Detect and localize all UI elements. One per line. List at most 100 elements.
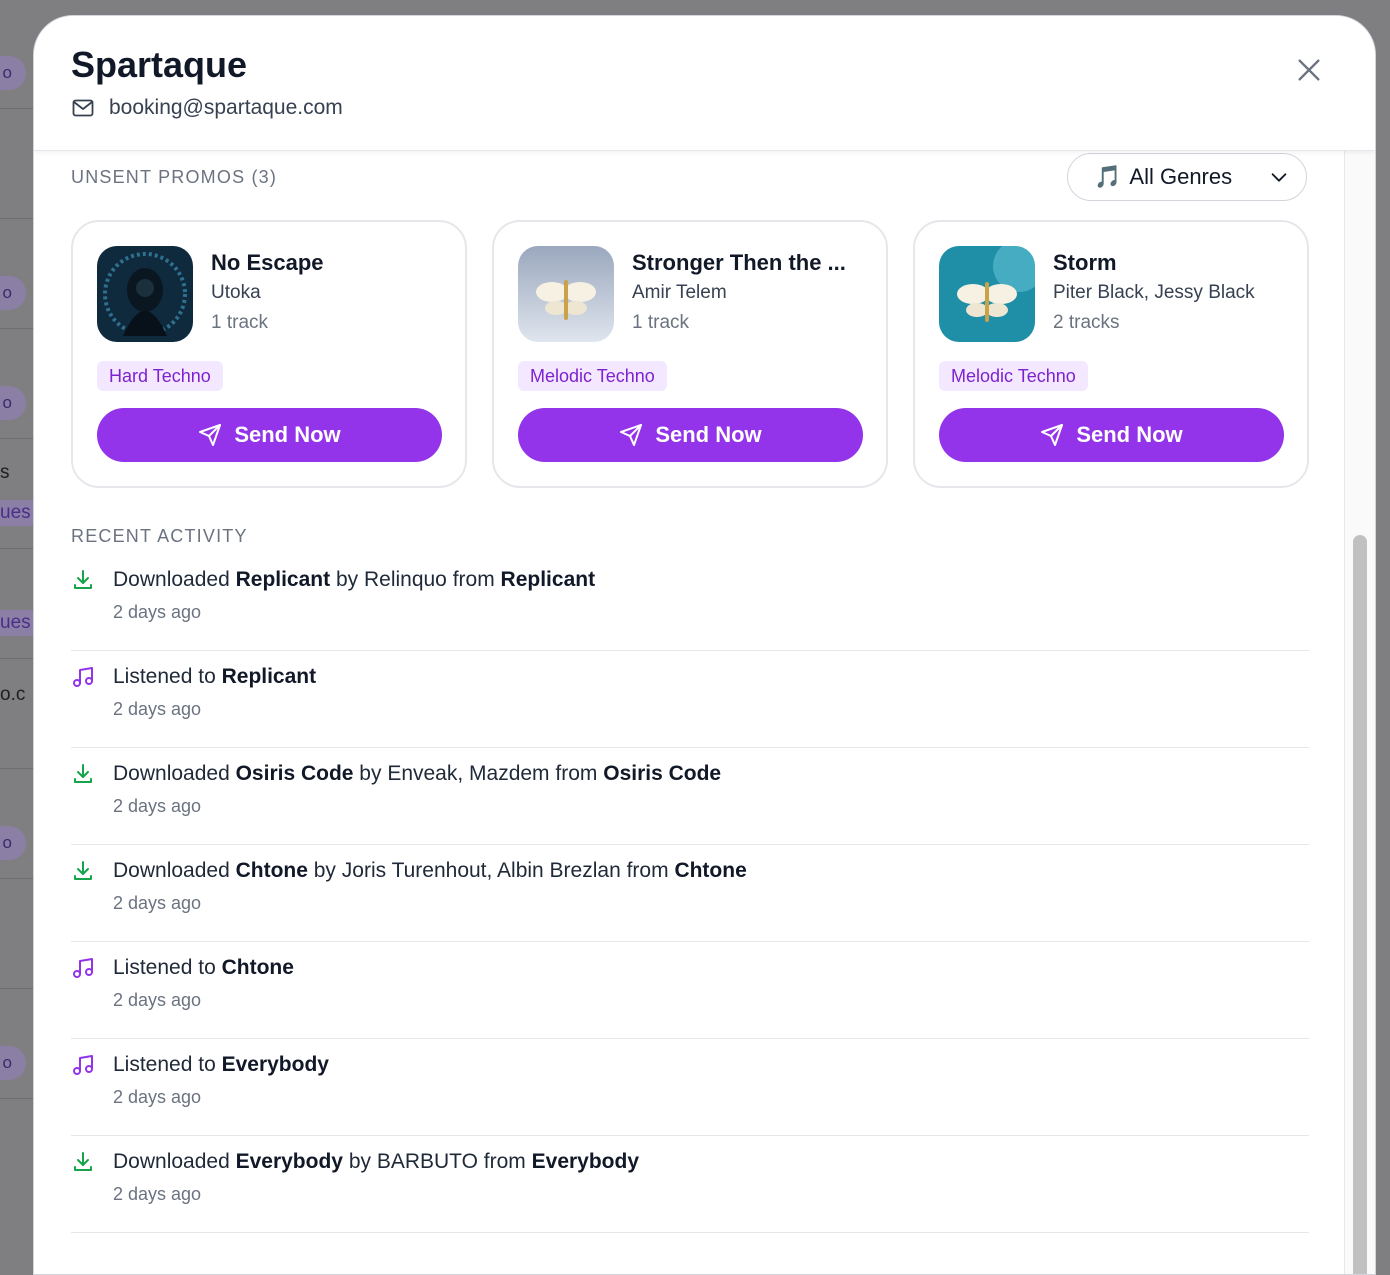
send-now-label: Send Now bbox=[655, 422, 762, 447]
send-icon bbox=[620, 424, 643, 446]
promo-track-count: 1 track bbox=[211, 312, 269, 333]
activity-time: 2 days ago bbox=[113, 893, 202, 913]
activity-item: Listened to Everybody 2 days ago bbox=[71, 1039, 1309, 1136]
activity-track[interactable]: Everybody bbox=[236, 1150, 343, 1173]
chevron-down-icon bbox=[1271, 173, 1287, 182]
genre-tag: Melodic Techno bbox=[939, 361, 1088, 391]
bg-divider bbox=[0, 768, 34, 769]
bg-divider bbox=[0, 1098, 34, 1099]
bg-badge: o bbox=[0, 826, 26, 860]
scrollbar-thumb[interactable] bbox=[1353, 535, 1367, 1274]
cover-art bbox=[97, 246, 193, 342]
cover-art bbox=[518, 246, 614, 342]
promo-cards: No Escape Utoka 1 track Hard Techno Send… bbox=[71, 220, 1309, 488]
activity-item: Downloaded Osiris Code by Enveak, Mazdem… bbox=[71, 748, 1309, 845]
activity-text: Listened to Replicant bbox=[113, 665, 317, 688]
music-note-icon bbox=[73, 958, 93, 978]
activity-time: 2 days ago bbox=[113, 990, 202, 1010]
promo-card: No Escape Utoka 1 track Hard Techno Send… bbox=[71, 220, 467, 488]
promo-track-count: 1 track bbox=[632, 312, 690, 333]
activity-time: 2 days ago bbox=[113, 699, 202, 719]
bg-text: s bbox=[0, 462, 10, 483]
promo-title: Stronger Then the ... bbox=[632, 250, 846, 275]
promo-artist: Utoka bbox=[211, 282, 261, 303]
promo-card: Storm Piter Black, Jessy Black 2 tracks … bbox=[913, 220, 1309, 488]
activity-text: Downloaded Chtone by Joris Turenhout, Al… bbox=[113, 859, 747, 882]
music-note-icon bbox=[73, 1055, 93, 1075]
bg-divider bbox=[0, 328, 34, 329]
send-now-button[interactable]: Send Now bbox=[97, 408, 442, 462]
promo-artist: Amir Telem bbox=[632, 282, 727, 303]
download-icon bbox=[74, 570, 92, 589]
activity-item: Downloaded Everybody by BARBUTO from Eve… bbox=[71, 1136, 1309, 1233]
bg-badge: o bbox=[0, 386, 26, 420]
activity-track[interactable]: Replicant bbox=[236, 568, 331, 591]
music-note-icon: 🎵 bbox=[1094, 164, 1122, 189]
activity-time: 2 days ago bbox=[113, 1087, 202, 1107]
activity-text: Downloaded Replicant by Relinquo from Re… bbox=[113, 568, 596, 591]
send-now-label: Send Now bbox=[234, 422, 341, 447]
activity-item: Downloaded Chtone by Joris Turenhout, Al… bbox=[71, 845, 1309, 942]
send-icon bbox=[199, 424, 222, 446]
activity-release[interactable]: Replicant bbox=[501, 568, 596, 591]
promo-title: Storm bbox=[1053, 250, 1117, 275]
bg-divider bbox=[0, 988, 34, 989]
activity-time: 2 days ago bbox=[113, 602, 202, 622]
activity-text: Downloaded Osiris Code by Enveak, Mazdem… bbox=[113, 762, 722, 785]
mail-icon bbox=[72, 99, 94, 117]
send-now-label: Send Now bbox=[1076, 422, 1183, 447]
activity-item: Downloaded Replicant by Relinquo from Re… bbox=[71, 554, 1309, 651]
activity-release[interactable]: Chtone bbox=[674, 859, 746, 882]
activity-track[interactable]: Chtone bbox=[222, 956, 294, 979]
bg-badge: o bbox=[0, 1046, 26, 1080]
contact-name: Spartaque bbox=[71, 44, 248, 85]
scrollbar-track[interactable] bbox=[1344, 150, 1375, 1274]
activity-track[interactable]: Osiris Code bbox=[236, 762, 354, 785]
recent-activity-label: RECENT ACTIVITY bbox=[71, 526, 248, 546]
modal-header: Spartaque booking@spartaque.com bbox=[34, 16, 1375, 151]
bg-text: ues bbox=[0, 500, 35, 526]
activity-release[interactable]: Everybody bbox=[532, 1150, 639, 1173]
unsent-promos-label: UNSENT PROMOS (3) bbox=[71, 167, 278, 187]
email-row: booking@spartaque.com bbox=[71, 96, 343, 120]
close-icon[interactable] bbox=[1293, 54, 1325, 86]
activity-item: Listened to Chtone 2 days ago bbox=[71, 942, 1309, 1039]
download-icon bbox=[74, 764, 92, 783]
activity-text: Listened to Chtone bbox=[113, 956, 294, 979]
bg-divider bbox=[0, 548, 34, 549]
activity-track[interactable]: Chtone bbox=[236, 859, 308, 882]
promo-artist: Piter Black, Jessy Black bbox=[1053, 282, 1255, 303]
cover-art bbox=[939, 246, 1035, 342]
music-note-icon bbox=[73, 667, 93, 687]
activity-time: 2 days ago bbox=[113, 1184, 202, 1204]
activity-list: Downloaded Replicant by Relinquo from Re… bbox=[71, 554, 1309, 1233]
bg-divider bbox=[0, 108, 34, 109]
bg-divider bbox=[0, 878, 34, 879]
send-icon bbox=[1041, 424, 1064, 446]
contact-modal: Spartaque booking@spartaque.com UNSENT P… bbox=[33, 15, 1376, 1275]
activity-track[interactable]: Everybody bbox=[222, 1053, 329, 1076]
download-icon bbox=[74, 1152, 92, 1171]
bg-text: ues bbox=[0, 610, 35, 636]
genre-tag: Hard Techno bbox=[97, 361, 223, 391]
activity-track[interactable]: Replicant bbox=[222, 665, 317, 688]
bg-badge: o bbox=[0, 56, 26, 90]
activity-text: Downloaded Everybody by BARBUTO from Eve… bbox=[113, 1150, 640, 1173]
activity-release[interactable]: Osiris Code bbox=[603, 762, 721, 785]
activity-time: 2 days ago bbox=[113, 796, 202, 816]
bg-text: o.c bbox=[0, 684, 26, 705]
bg-divider bbox=[0, 218, 34, 219]
genre-tag: Melodic Techno bbox=[518, 361, 667, 391]
send-now-button[interactable]: Send Now bbox=[518, 408, 863, 462]
contact-email[interactable]: booking@spartaque.com bbox=[109, 96, 343, 120]
activity-text: Listened to Everybody bbox=[113, 1053, 329, 1076]
download-icon bbox=[74, 861, 92, 880]
genre-filter-select[interactable]: 🎵 All Genres bbox=[1067, 153, 1307, 201]
promo-card: Stronger Then the ... Amir Telem 1 track… bbox=[492, 220, 888, 488]
bg-divider bbox=[0, 438, 34, 439]
bg-badge: o bbox=[0, 276, 26, 310]
genre-filter-value: All Genres bbox=[1129, 164, 1233, 189]
send-now-button[interactable]: Send Now bbox=[939, 408, 1284, 462]
activity-item: Listened to Replicant 2 days ago bbox=[71, 651, 1309, 748]
promo-title: No Escape bbox=[211, 250, 324, 275]
